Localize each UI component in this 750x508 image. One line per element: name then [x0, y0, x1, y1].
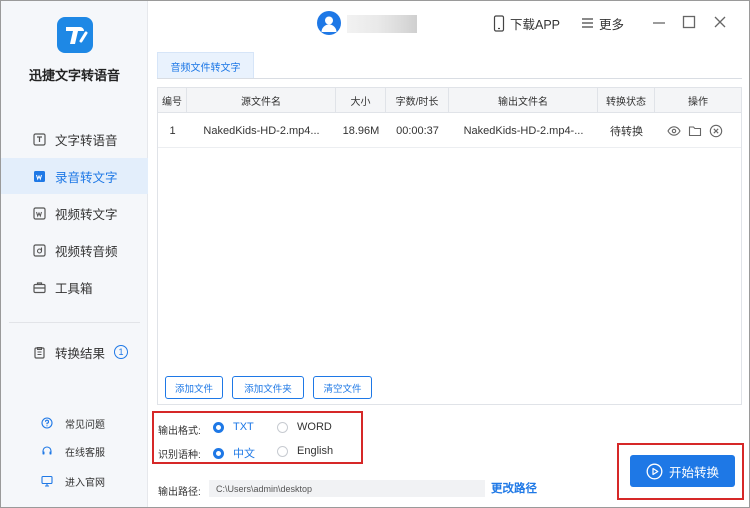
column-header: 转换状态	[598, 88, 655, 113]
sidebar: 迅捷文字转语音 文字转语音 录音转文字 视频转文字 视频转音频 工具箱 转换结果…	[1, 1, 148, 507]
monitor-icon	[41, 475, 53, 487]
preview-eye-icon[interactable]	[667, 124, 681, 138]
footer-link-label: 在线客服	[65, 447, 105, 459]
audio-to-text-icon	[34, 170, 45, 182]
column-header: 输出文件名	[449, 88, 598, 113]
user-icon	[321, 16, 337, 32]
radio-selected-dot	[213, 421, 224, 433]
toolbox-icon	[33, 281, 46, 293]
cell-duration: 00:00:37	[396, 125, 439, 137]
footer-link-faq[interactable]: 常见问题	[1, 411, 148, 435]
download-app-label: 下载APP	[510, 17, 561, 32]
cell-output-file: NakedKids-HD-2.mp4-...	[463, 125, 584, 137]
cell-size: 18.96M	[342, 125, 380, 137]
video-to-text-icon	[33, 206, 46, 220]
clear-files-button[interactable]: 清空文件	[313, 376, 372, 399]
output-path-field[interactable]	[209, 480, 485, 497]
footer-link-label: 进入官网	[65, 477, 105, 489]
sidebar-item-label: 视频转音频	[55, 244, 118, 259]
phone-icon	[493, 14, 505, 32]
sidebar-item-audio-to-text[interactable]: 录音转文字	[1, 158, 148, 194]
table-header: 编号 源文件名 大小 字数/时长 输出文件名 转换状态 操作	[158, 88, 741, 113]
username-redacted	[347, 15, 417, 33]
start-convert-label: 开始转换	[668, 465, 719, 480]
results-count-badge: 1	[114, 345, 129, 359]
text-to-speech-icon	[33, 132, 46, 146]
sidebar-item-label: 文字转语音	[55, 133, 118, 148]
app-name: 迅捷文字转语音	[28, 68, 120, 83]
column-header: 字数/时长	[386, 88, 449, 113]
clipboard-icon	[34, 346, 45, 359]
radio-empty-dot	[277, 445, 288, 457]
footer-link-website[interactable]: 进入官网	[1, 469, 148, 493]
download-app-button[interactable]: 下载APP	[493, 14, 560, 32]
open-folder-icon[interactable]	[688, 124, 702, 138]
tab-audio-to-text[interactable]: 音频文件转文字	[157, 52, 254, 79]
radio-empty-dot	[277, 421, 288, 433]
radio-label: 中文	[233, 448, 255, 460]
cell-status: 待转换	[610, 126, 643, 138]
sidebar-item-label: 工具箱	[55, 281, 93, 296]
start-convert-button[interactable]: 开始转换	[630, 455, 735, 487]
radio-label: TXT	[233, 421, 254, 433]
delete-circle-x-icon[interactable]	[709, 124, 723, 138]
column-header: 编号	[158, 88, 187, 113]
sidebar-item-label: 转换结果	[55, 346, 106, 361]
more-menu-button[interactable]: 更多	[581, 14, 624, 32]
sidebar-item-text-to-speech[interactable]: 文字转语音	[1, 121, 148, 157]
radio-selected-dot	[213, 447, 224, 459]
user-avatar[interactable]	[317, 11, 341, 35]
app-logo	[57, 17, 93, 53]
cell-number: 1	[169, 125, 176, 137]
column-header: 操作	[688, 97, 708, 108]
table-row[interactable]: 1 NakedKids-HD-2.mp4... 18.96M 00:00:37 …	[158, 114, 741, 148]
headset-icon	[42, 446, 52, 455]
tab-underline	[157, 78, 742, 79]
change-path-link[interactable]: 更改路径	[491, 480, 537, 496]
radio-label: WORD	[297, 421, 332, 433]
help-icon	[41, 417, 53, 429]
file-table-panel: 编号 源文件名 大小 字数/时长 输出文件名 转换状态 操作 1 NakedKi…	[157, 87, 742, 405]
sidebar-item-label: 视频转文字	[55, 207, 118, 222]
cell-source-file: NakedKids-HD-2.mp4...	[203, 125, 320, 137]
language-radio-english[interactable]: English	[277, 445, 333, 457]
minimize-icon[interactable]	[650, 13, 668, 31]
recognition-language-label: 识别语种:	[158, 450, 201, 461]
close-icon[interactable]	[711, 13, 729, 31]
radio-label: English	[297, 445, 334, 457]
video-to-audio-icon	[33, 243, 46, 257]
output-format-label: 输出格式:	[158, 426, 201, 437]
column-header: 源文件名	[187, 88, 336, 113]
sidebar-item-video-to-text[interactable]: 视频转文字	[1, 195, 148, 231]
add-folder-button[interactable]: 添加文件夹	[232, 376, 304, 399]
sidebar-item-toolbox[interactable]: 工具箱	[1, 269, 148, 305]
format-radio-word[interactable]: WORD	[277, 421, 332, 433]
sidebar-item-results[interactable]: 转换结果 1	[1, 334, 148, 370]
column-header: 大小	[336, 88, 386, 113]
more-label: 更多	[599, 17, 625, 32]
add-file-button[interactable]: 添加文件	[165, 376, 223, 399]
maximize-icon[interactable]	[680, 13, 698, 31]
menu-icon	[582, 18, 593, 28]
sidebar-divider	[9, 322, 140, 323]
sidebar-item-label: 录音转文字	[55, 170, 118, 185]
play-circle-icon	[646, 463, 663, 479]
format-radio-txt[interactable]: TXT	[213, 421, 254, 433]
sidebar-item-video-to-audio[interactable]: 视频转音频	[1, 232, 148, 268]
footer-link-support[interactable]: 在线客服	[1, 439, 148, 463]
language-radio-chinese[interactable]: 中文	[213, 445, 255, 461]
output-path-label: 输出路径:	[158, 487, 201, 498]
footer-link-label: 常见问题	[65, 419, 105, 431]
